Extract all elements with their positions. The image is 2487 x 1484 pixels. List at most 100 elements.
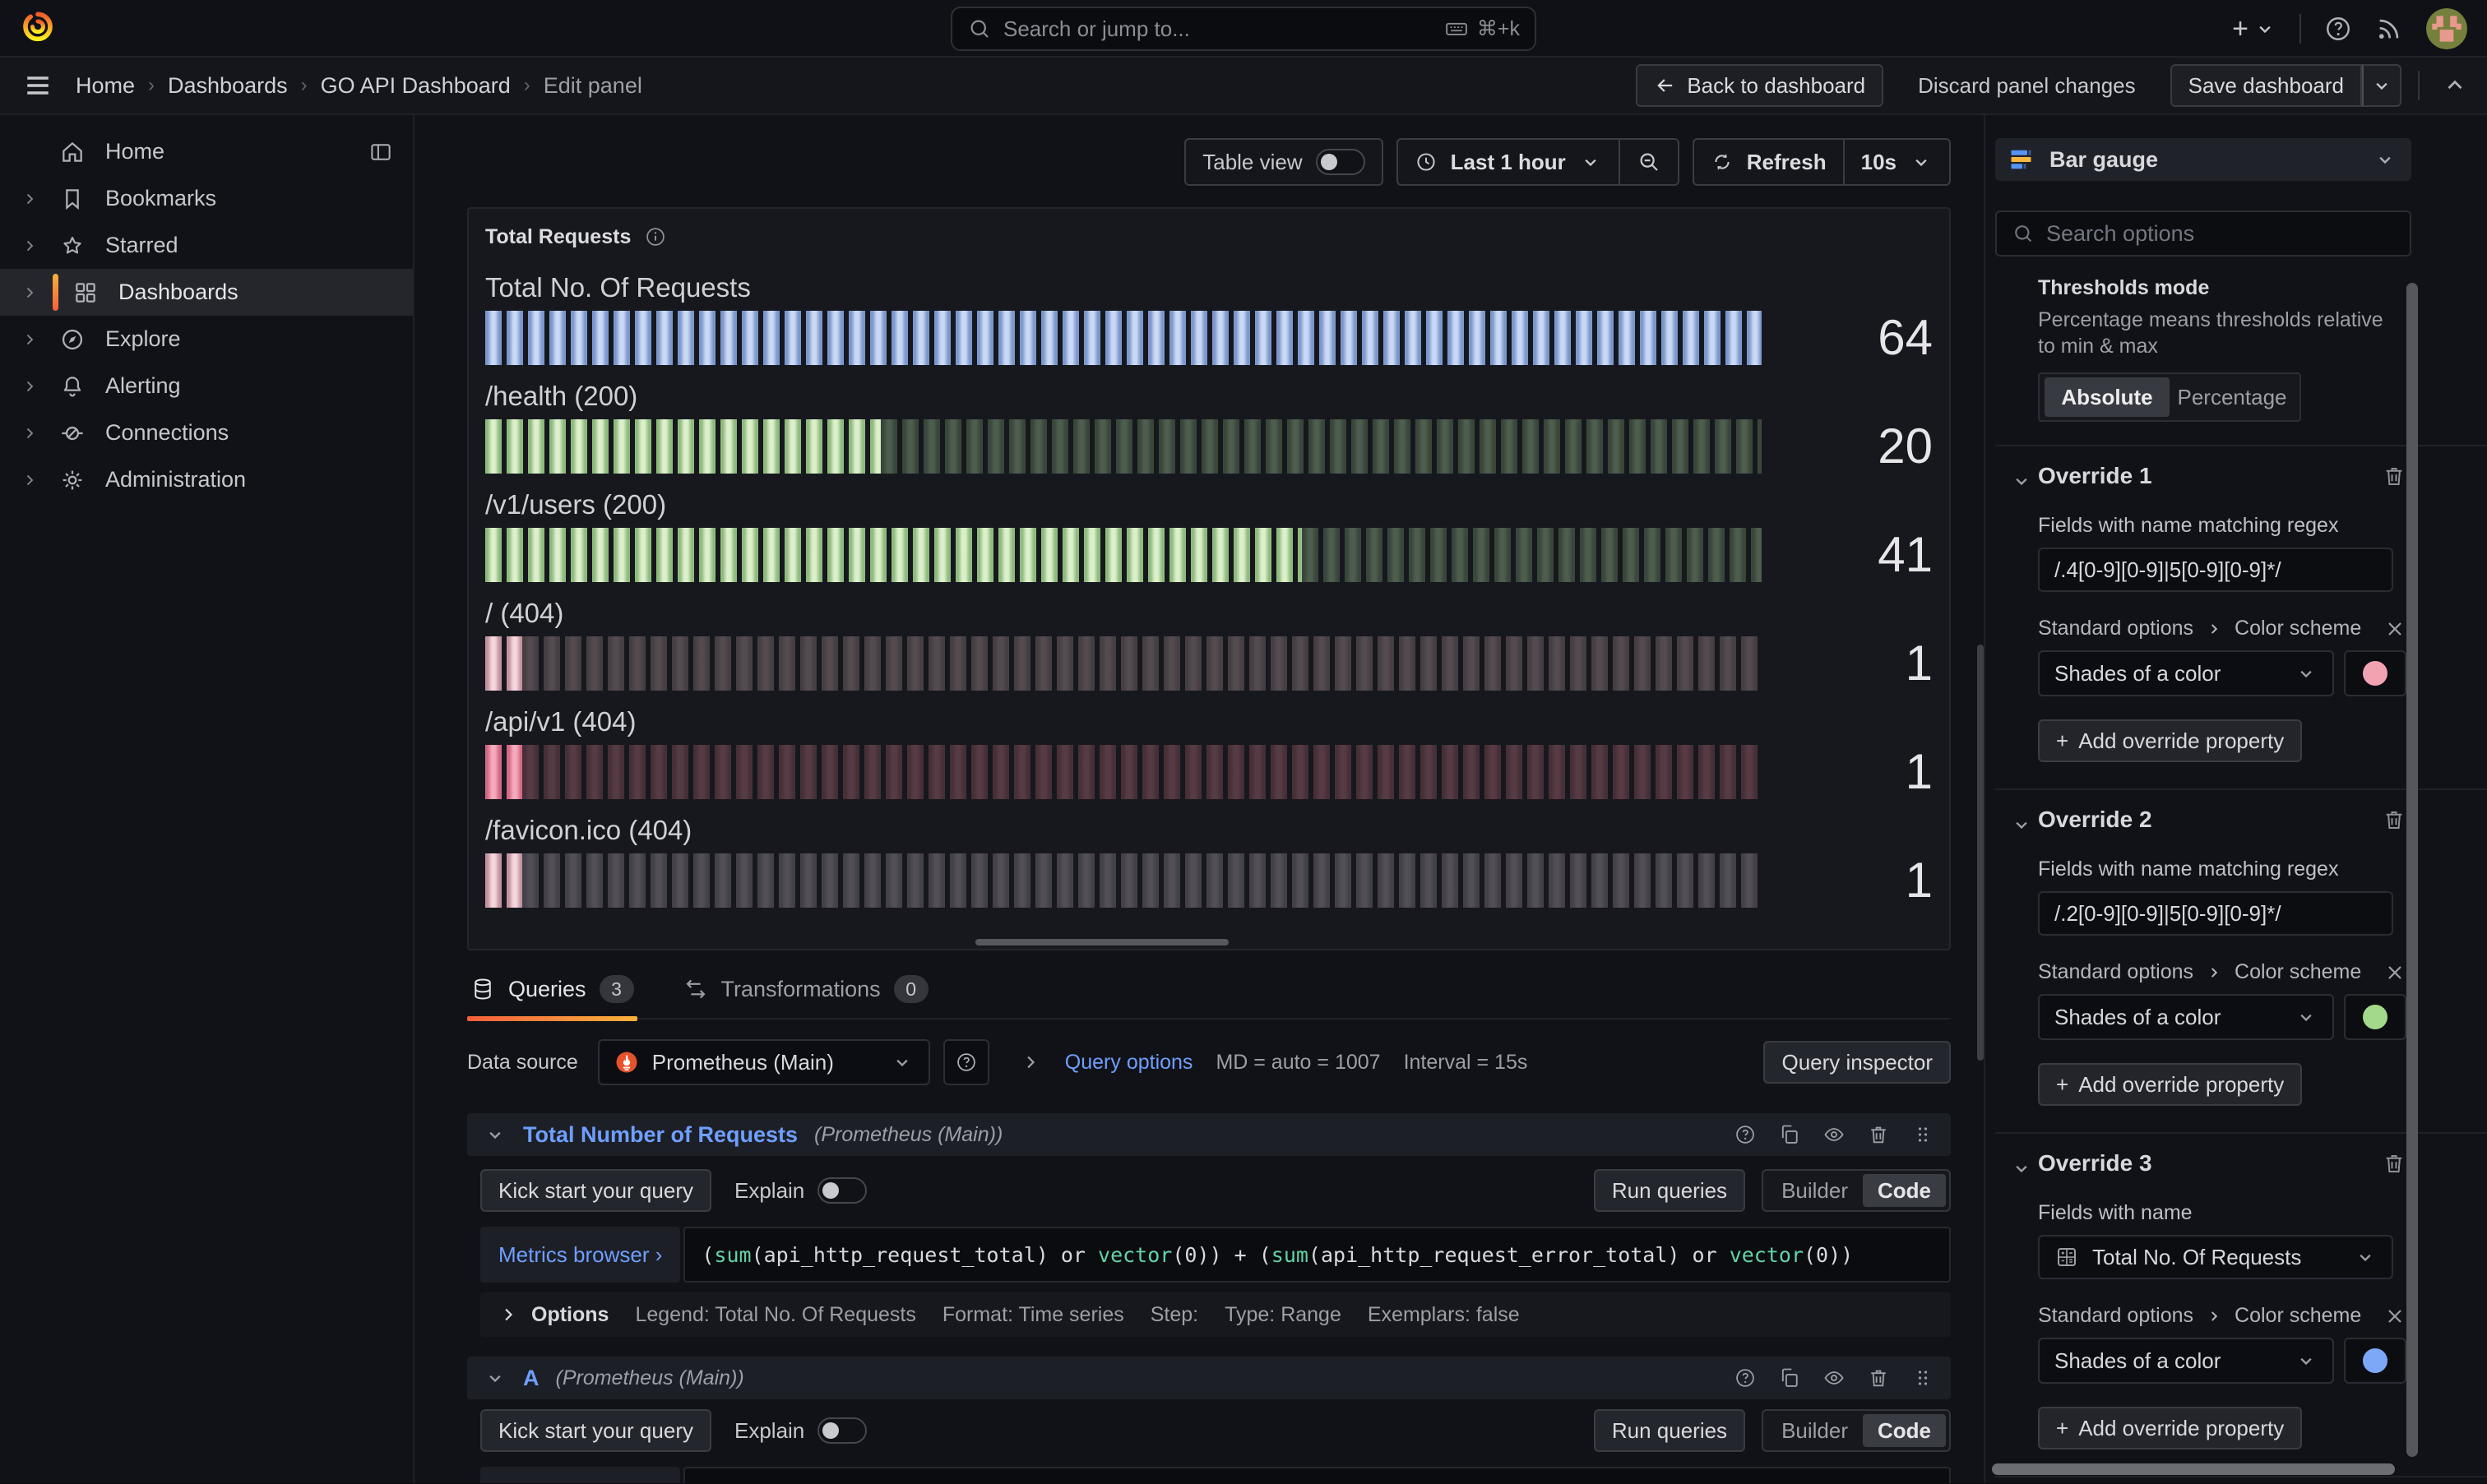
sidebar-item-alerting[interactable]: Alerting	[0, 363, 413, 409]
save-dashboard-button[interactable]: Save dashboard	[2170, 64, 2362, 107]
override-3-color-scheme-select[interactable]: Shades of a color	[2038, 1338, 2334, 1384]
delete-query-icon[interactable]	[1867, 1366, 1890, 1389]
sidebar-item-connections[interactable]: Connections	[0, 409, 413, 456]
breadcrumb-dashboard-name[interactable]: GO API Dashboard	[321, 73, 511, 99]
override-2-color-scheme-select[interactable]: Shades of a color	[2038, 994, 2334, 1040]
chevron-down-icon[interactable]	[484, 1366, 507, 1389]
table-view-toggle[interactable]: Table view	[1184, 138, 1382, 186]
kick-start-query-button[interactable]: Kick start your query	[480, 1409, 711, 1452]
sidebar-item-explore[interactable]: Explore	[0, 316, 413, 363]
tab-transformations[interactable]: Transformations 0	[680, 975, 932, 1018]
dock-sidebar-icon[interactable]	[368, 140, 393, 164]
delete-override-icon[interactable]	[2382, 807, 2406, 832]
code-option[interactable]: Code	[1863, 1414, 1946, 1447]
menu-icon[interactable]	[23, 71, 53, 100]
run-queries-button[interactable]: Run queries	[1594, 1409, 1745, 1452]
chevron-right-icon[interactable]	[0, 375, 39, 398]
chevron-right-icon[interactable]	[0, 187, 39, 210]
chevron-right-icon[interactable]	[1019, 1051, 1042, 1074]
chevron-down-icon[interactable]	[484, 1123, 507, 1146]
thresholds-percentage-option[interactable]: Percentage	[2170, 377, 2295, 417]
options-vertical-scrollbar[interactable]	[2406, 283, 2418, 1457]
datasource-help-button[interactable]	[943, 1039, 989, 1085]
drag-handle-icon[interactable]	[1911, 1123, 1934, 1146]
global-search[interactable]: Search or jump to... ⌘+k	[951, 7, 1536, 51]
query-help-icon[interactable]	[1734, 1123, 1757, 1146]
delete-override-icon[interactable]	[2382, 1151, 2406, 1176]
back-to-dashboard-button[interactable]: Back to dashboard	[1636, 64, 1883, 107]
metrics-browser-button[interactable]: Metrics browser ›	[480, 1227, 680, 1283]
visualization-picker[interactable]: Bar gauge	[1995, 138, 2411, 181]
chevron-right-icon[interactable]	[0, 281, 39, 304]
chevron-down-icon[interactable]	[2010, 469, 2033, 492]
chevron-down-icon[interactable]	[2010, 813, 2033, 836]
chevron-right-icon[interactable]	[0, 328, 39, 351]
remove-property-icon[interactable]	[2383, 961, 2406, 984]
code-option[interactable]: Code	[1863, 1174, 1946, 1207]
promql-editor[interactable]: (sum(api_http_request_total) or vector(0…	[683, 1227, 1951, 1283]
avatar[interactable]	[2426, 8, 2467, 49]
sidebar-item-home[interactable]: Home	[0, 128, 413, 175]
duplicate-query-icon[interactable]	[1778, 1366, 1801, 1389]
delete-query-icon[interactable]	[1867, 1123, 1890, 1146]
override-2-regex-input[interactable]: /.2[0-9][0-9]|5[0-9][0-9]*/	[2038, 891, 2393, 936]
breadcrumb-home[interactable]: Home	[76, 73, 135, 99]
query-options-toggle[interactable]: Query options	[1065, 1051, 1193, 1075]
delete-override-icon[interactable]	[2382, 464, 2406, 488]
options-search-input[interactable]: Search options	[1995, 210, 2411, 257]
query-inspector-button[interactable]: Query inspector	[1763, 1041, 1951, 1084]
discard-panel-changes-button[interactable]: Discard panel changes	[1900, 64, 2154, 107]
datasource-picker[interactable]: Prometheus (Main)	[598, 1039, 930, 1085]
tab-queries[interactable]: Queries 3	[467, 975, 637, 1018]
override-1-add-property-button[interactable]: + Add override property	[2038, 719, 2302, 762]
chevron-down-icon[interactable]	[2010, 1157, 2033, 1180]
table-view-switch[interactable]	[1316, 149, 1365, 175]
options-horizontal-scrollbar[interactable]	[1992, 1463, 2395, 1475]
query-1-header[interactable]: Total Number of Requests (Prometheus (Ma…	[467, 1113, 1951, 1156]
override-3-add-property-button[interactable]: + Add override property	[2038, 1407, 2302, 1449]
builder-option[interactable]: Builder	[1767, 1414, 1863, 1447]
refresh-button[interactable]: Refresh	[1693, 138, 1845, 186]
override-1-color-swatch[interactable]	[2344, 650, 2406, 696]
info-icon[interactable]	[644, 225, 667, 248]
override-2-add-property-button[interactable]: + Add override property	[2038, 1063, 2302, 1106]
remove-property-icon[interactable]	[2383, 1305, 2406, 1328]
explain-toggle[interactable]	[817, 1417, 867, 1444]
hide-query-icon[interactable]	[1822, 1123, 1846, 1146]
options-expander[interactable]: Options	[497, 1303, 609, 1327]
sidebar-item-starred[interactable]: Starred	[0, 222, 413, 269]
sidebar-item-administration[interactable]: Administration	[0, 456, 413, 503]
sidebar-item-dashboards[interactable]: Dashboards	[0, 269, 413, 316]
hide-query-icon[interactable]	[1822, 1366, 1846, 1389]
query-help-icon[interactable]	[1734, 1366, 1757, 1389]
metrics-browser-button[interactable]: Metrics browser ›	[480, 1467, 680, 1483]
help-icon[interactable]	[2324, 15, 2352, 43]
drag-handle-icon[interactable]	[1911, 1366, 1934, 1389]
duplicate-query-icon[interactable]	[1778, 1123, 1801, 1146]
new-button[interactable]: +	[2232, 13, 2276, 45]
chevron-right-icon[interactable]	[0, 234, 39, 257]
sidebar-item-bookmarks[interactable]: Bookmarks	[0, 175, 413, 222]
refresh-interval-dropdown[interactable]: 10s	[1845, 138, 1951, 186]
override-3-field-select[interactable]: Total No. Of Requests	[2038, 1235, 2393, 1279]
panel-horizontal-scrollbar[interactable]	[975, 939, 1229, 945]
override-1-regex-input[interactable]: /.4[0-9][0-9]|5[0-9][0-9]*/	[2038, 548, 2393, 592]
promql-editor[interactable]	[683, 1467, 1951, 1483]
query-1-name[interactable]: Total Number of Requests	[523, 1122, 798, 1148]
run-queries-button[interactable]: Run queries	[1594, 1169, 1745, 1212]
zoom-out-button[interactable]	[1620, 138, 1679, 186]
kick-start-query-button[interactable]: Kick start your query	[480, 1169, 711, 1212]
chevron-right-icon[interactable]	[0, 422, 39, 445]
builder-option[interactable]: Builder	[1767, 1174, 1863, 1207]
time-range-picker[interactable]: Last 1 hour	[1396, 138, 1620, 186]
explain-toggle[interactable]	[817, 1177, 867, 1204]
collapse-up-icon[interactable]	[2443, 73, 2467, 98]
override-2-color-swatch[interactable]	[2344, 994, 2406, 1040]
query-2-header[interactable]: A (Prometheus (Main))	[467, 1357, 1951, 1399]
thresholds-absolute-option[interactable]: Absolute	[2045, 377, 2170, 417]
remove-property-icon[interactable]	[2383, 617, 2406, 640]
chevron-right-icon[interactable]	[0, 469, 39, 492]
override-1-color-scheme-select[interactable]: Shades of a color	[2038, 650, 2334, 696]
query-2-name[interactable]: A	[523, 1366, 540, 1391]
news-icon[interactable]	[2375, 15, 2403, 43]
